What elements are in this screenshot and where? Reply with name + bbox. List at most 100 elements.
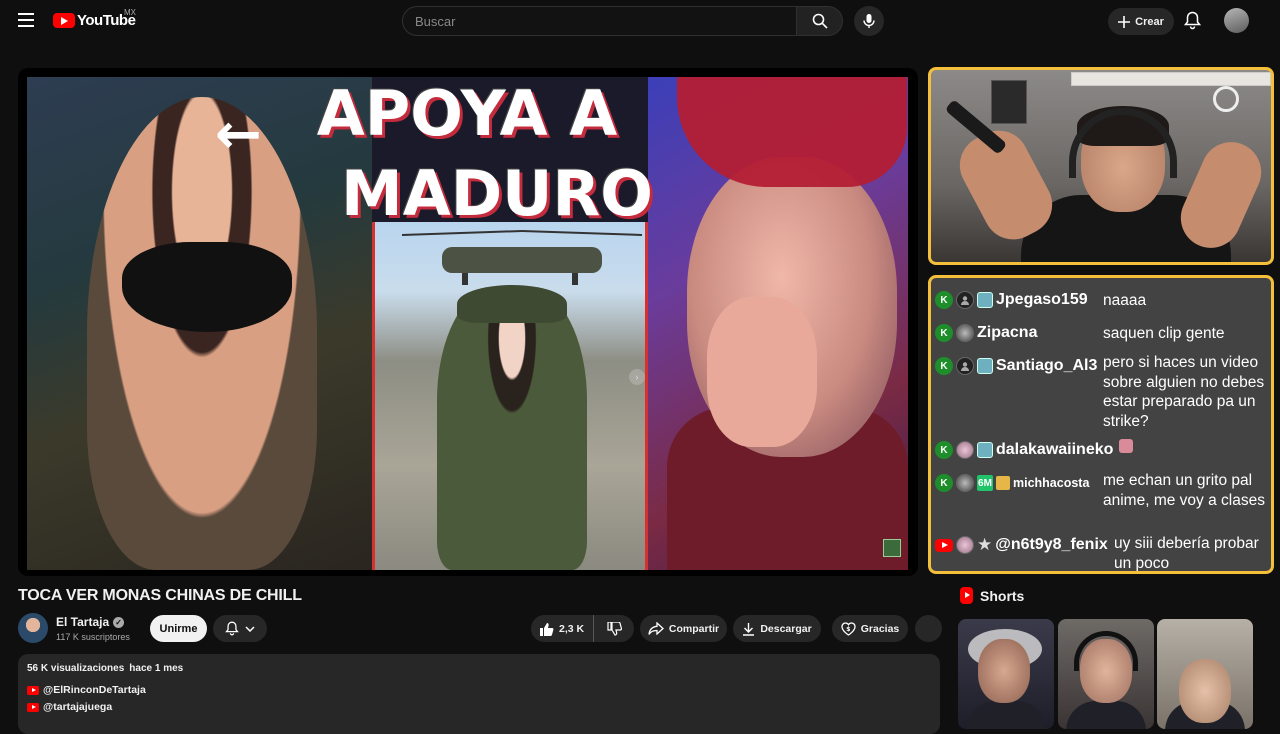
short-person-body [1066,701,1146,729]
chat-username: michhacosta [1013,476,1090,490]
short-card[interactable] [1157,619,1253,729]
video-title: TOCA VER MONAS CHINAS DE CHILL [18,587,302,604]
create-button[interactable]: Crear [1108,8,1174,35]
thumbs-up-icon [540,622,554,636]
chat-text: pero si haces un video sobre alguien no … [1103,354,1265,430]
youtube-icon [27,685,39,695]
channel-name: El Tartaja [56,615,110,629]
kick-badge-icon: K [935,291,953,309]
download-button[interactable]: Descargar [733,615,821,642]
thumbnail-headline-2: MADURO [341,157,653,230]
short-person-face [1179,659,1231,723]
hamburger-menu-icon[interactable] [18,13,34,27]
user-avatar-icon [956,291,974,309]
view-count: 56 K visualizaciones [27,663,125,674]
like-button[interactable]: 2,3 K [531,615,594,642]
share-icon [648,622,664,635]
logo-country-code: MX [124,8,136,17]
video-meta: 56 K visualizaciones hace 1 mes [27,663,183,674]
share-label: Compartir [668,622,720,635]
short-person-face [978,639,1030,703]
short-card[interactable] [1058,619,1154,729]
man-hand [707,297,817,447]
chat-message: K 6M michhacosta [935,472,1089,494]
chat-text: uy siii debería probar un poco [1114,535,1259,572]
short-person-body [966,701,1046,729]
more-actions-button[interactable] [915,615,942,642]
soldier-helmet [457,285,567,323]
user-avatar-icon [956,536,974,554]
live-chat-overlay: K Jpegaso159 naaaa K Zipacna saquen clip… [928,275,1274,574]
like-count: 2,3 K [559,622,585,635]
channel-name-link[interactable]: El Tartaja ✓ [56,615,125,629]
emote-badge-icon [977,292,993,308]
chat-message: K Jpegaso159 [935,289,1088,311]
svg-text:$: $ [846,626,850,633]
download-icon [743,622,755,636]
ring-light [1213,86,1239,112]
user-avatar-icon [956,324,974,342]
headphones [1074,631,1138,671]
gift-badge-icon [996,476,1010,490]
share-button[interactable]: Compartir [640,615,727,642]
thumbnail-woman-figure [87,97,317,570]
dislike-button[interactable] [594,615,634,642]
chevron-down-icon [245,625,255,632]
shorts-icon [960,587,973,604]
user-avatar-icon [956,357,974,375]
video-thumbnail: ← APOYA A MADURO › [27,77,908,570]
youtube-icon [27,702,39,712]
microphone-icon [863,14,875,28]
verified-check-icon: ✓ [113,616,125,628]
thumbnail-soldier-figure [437,287,587,570]
thanks-button[interactable]: $ Gracias [832,615,908,642]
search-input[interactable] [402,6,796,36]
chevron-right-icon[interactable]: › [629,369,645,385]
notifications-button[interactable] [1183,11,1202,35]
top-bar: YouTube MX Crear [0,0,1280,42]
streamer-webcam [928,67,1274,265]
chat-message: K Santiago_Al3 [935,355,1097,377]
search-bar [402,6,843,36]
join-button[interactable]: Unirme [150,615,207,642]
like-dislike-group: 2,3 K [531,615,634,642]
plus-icon [1118,15,1131,28]
user-avatar-icon [956,441,974,459]
shorts-header: Shorts [960,587,1024,604]
emote-badge-icon [977,442,993,458]
wall-shelf [1071,72,1271,86]
chat-text: me echan un grito pal anime, me voy a cl… [1103,472,1265,509]
account-avatar[interactable] [1224,8,1249,33]
channel-mention-link[interactable]: @ElRinconDeTartaja [27,684,146,696]
subscriber-badge-icon: 6M [977,475,993,491]
search-icon [812,13,828,29]
chat-message: K Zipacna [935,322,1037,344]
heart-dollar-icon: $ [841,621,856,636]
chat-username: dalakawaiineko [996,441,1114,458]
mention-text: @ElRinconDeTartaja [43,684,146,696]
channel-mention-link[interactable]: @tartajajuega [27,701,112,713]
chat-message: K dalakawaiineko [935,439,1134,461]
bell-icon [225,621,239,636]
kick-badge-icon: K [935,441,953,459]
chat-username: Jpegaso159 [996,291,1088,308]
star-badge-icon: ★ [977,535,993,554]
thumbnail-headline-1: APOYA A [316,77,618,150]
search-button[interactable] [796,6,843,36]
channel-avatar[interactable] [18,613,48,643]
upload-date: hace 1 mes [129,663,184,674]
chat-username: @n6t9y8_fenix [995,536,1108,553]
video-player[interactable]: ← APOYA A MADURO › [18,68,918,576]
subscribe-notifications-button[interactable] [213,615,267,642]
youtube-play-icon [53,13,75,28]
pixel-art-icon [883,539,901,557]
chat-message: ★ @n6t9y8_fenix [935,534,1108,556]
short-card[interactable] [958,619,1054,729]
voice-search-button[interactable] [854,6,884,36]
thumbs-down-icon [606,621,622,636]
description-box[interactable]: 56 K visualizaciones hace 1 mes @ElRincon… [18,654,940,734]
kick-badge-icon: K [935,474,953,492]
thanks-label: Gracias [860,622,900,635]
create-label: Crear [1135,15,1164,28]
mention-text: @tartajajuega [43,701,113,713]
